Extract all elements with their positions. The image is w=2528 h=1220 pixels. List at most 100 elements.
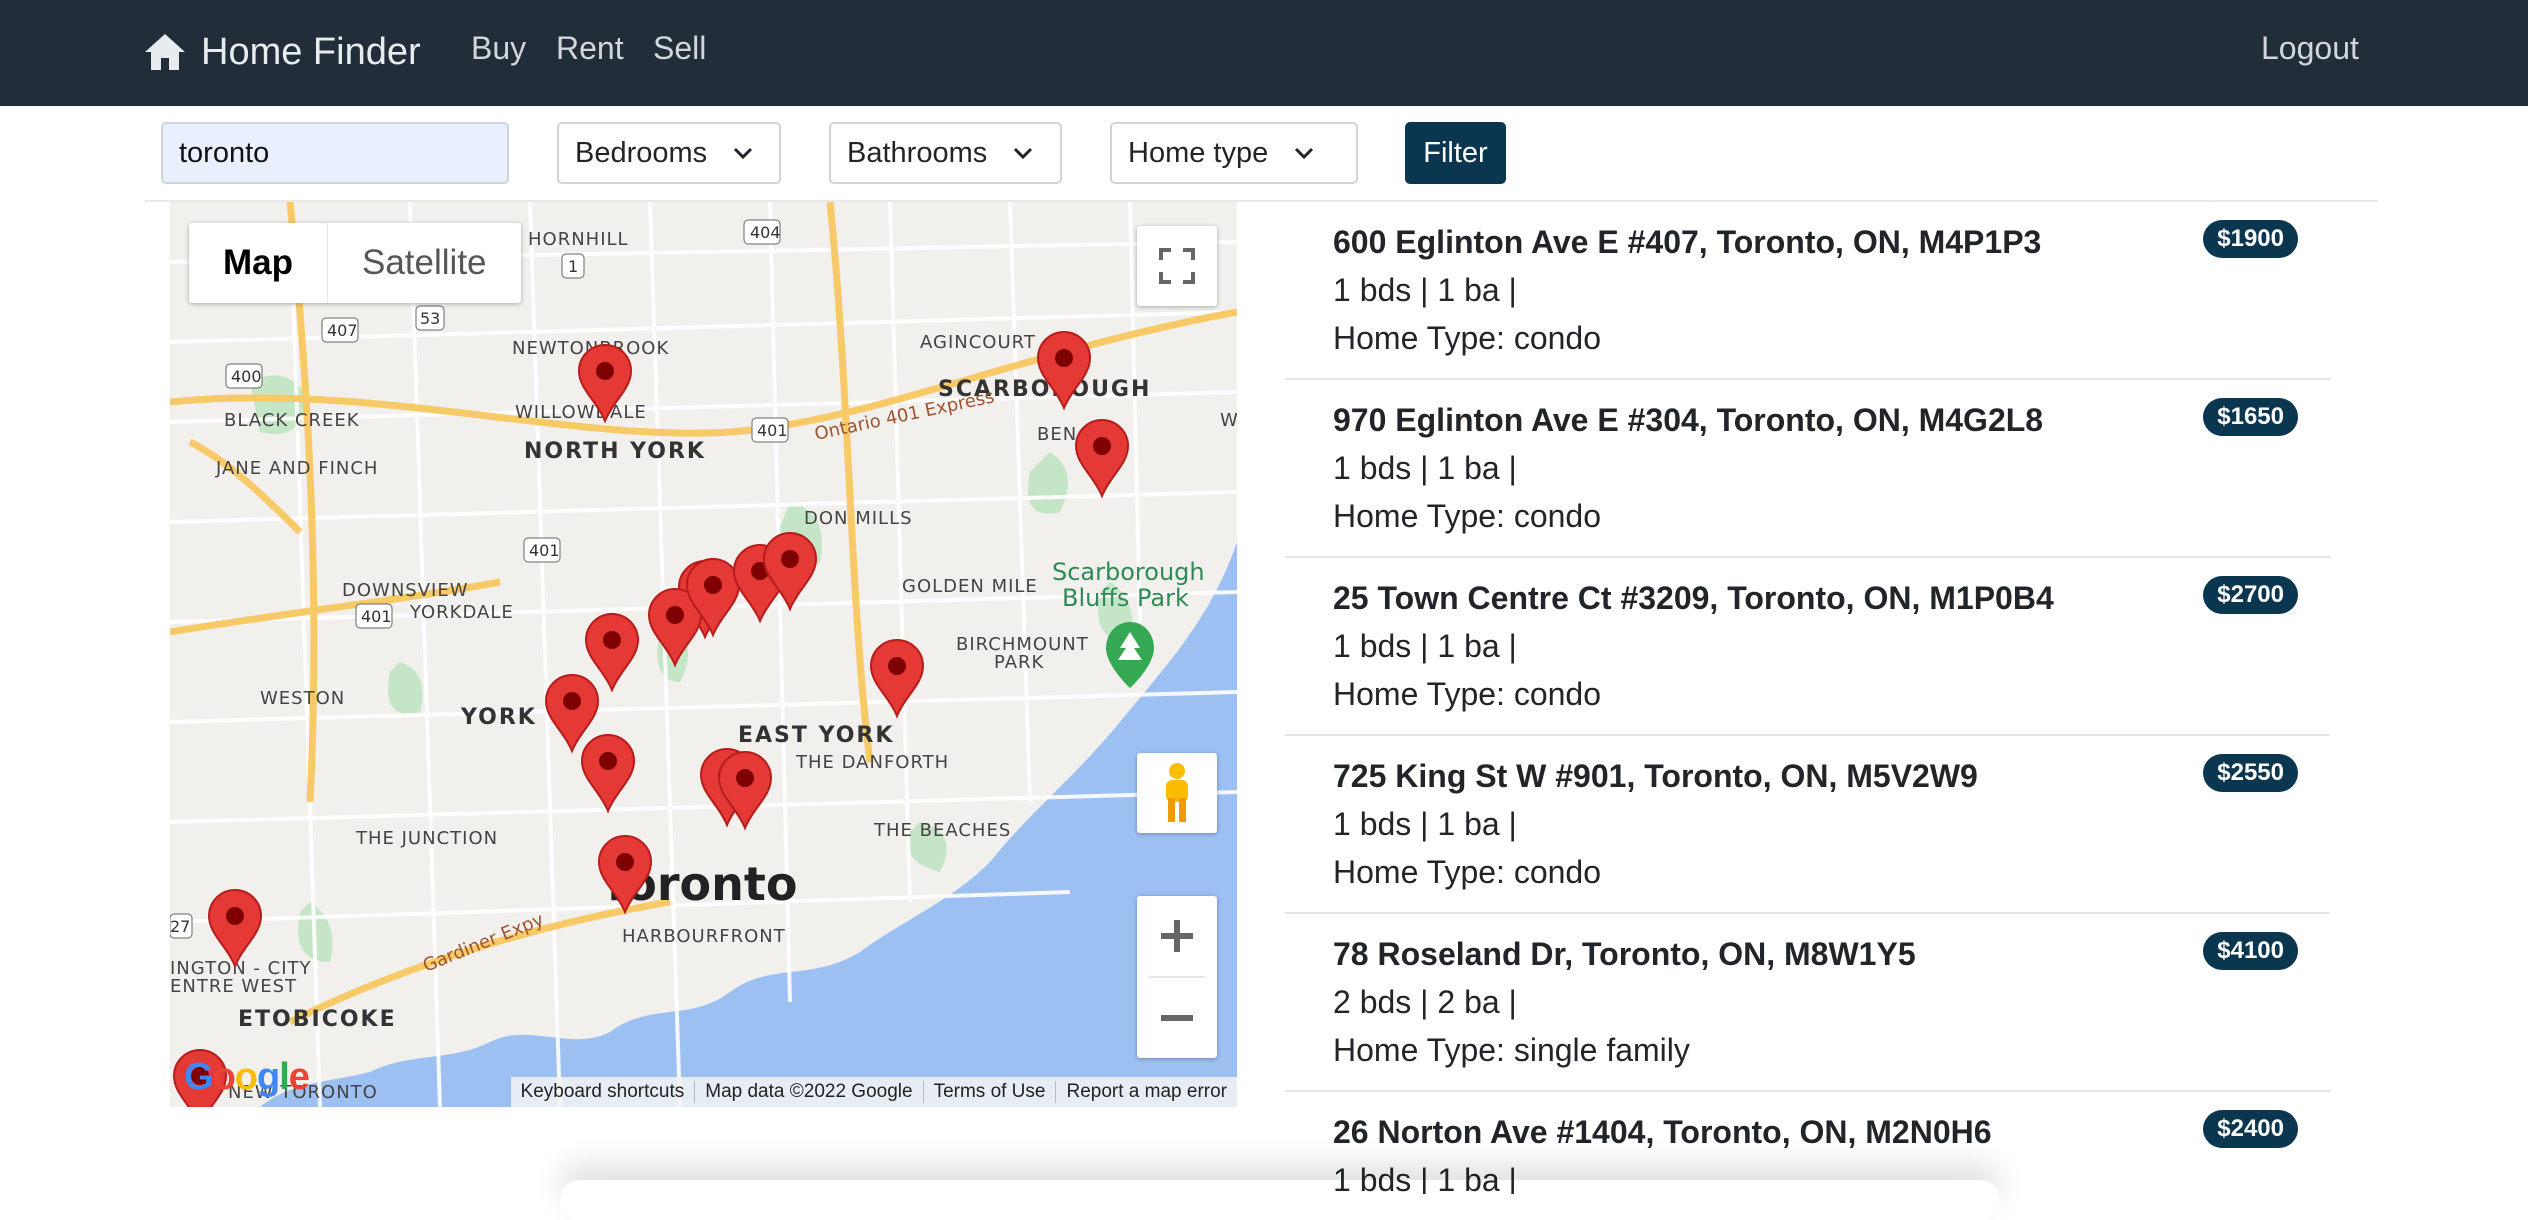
zoom-control [1137,896,1217,1058]
listing-beds-baths: 1 bds | 1 ba | [1333,272,1517,308]
map-label: PARK [994,652,1045,673]
map-label: YORK [460,705,537,730]
listing-home-type: Home Type: condo [1333,498,1602,534]
google-logo: Google [184,1056,310,1098]
fullscreen-icon [1159,248,1195,284]
map-type-control: Map Satellite [189,223,521,303]
nav-sell-link[interactable]: Sell [653,30,706,67]
home-icon [145,34,185,70]
listing-beds-baths: 1 bds | 1 ba | [1333,628,1517,664]
listing-address[interactable]: 25 Town Centre Ct #3209, Toronto, ON, M1… [1333,580,2054,617]
nav-buy-link[interactable]: Buy [471,30,526,67]
shield-401: 401 [529,541,560,560]
listing-address[interactable]: 725 King St W #901, Toronto, ON, M5V2W9 [1333,758,1978,795]
home-type-dropdown[interactable]: Home type [1110,122,1358,184]
listing-home-type: Home Type: condo [1333,854,1602,890]
map-label: Scarborough [1052,558,1205,586]
map-label: BLACK CREEK [224,410,360,431]
map-label: AGINCOURT [920,332,1036,353]
price-badge: $4100 [2203,932,2298,970]
map-label: WILLOWDALE [515,402,647,423]
listing-address[interactable]: 78 Roseland Dr, Toronto, ON, M8W1Y5 [1333,936,1916,973]
map-type-satellite-button[interactable]: Satellite [328,223,521,303]
shield-401: 401 [757,421,788,440]
listing-address[interactable]: 970 Eglinton Ave E #304, Toronto, ON, M4… [1333,402,2043,439]
filter-button[interactable]: Filter [1405,122,1506,184]
terms-of-use-link[interactable]: Terms of Use [922,1081,1056,1103]
shield-400: 400 [231,367,262,386]
bottom-shadow [560,1180,2000,1220]
listing-home-type: Home Type: condo [1333,320,1602,356]
map-label: THE BEACHES [873,820,1011,841]
listing-item[interactable]: 725 King St W #901, Toronto, ON, M5V2W9 … [1285,736,2330,914]
listing-home-type: Home Type: condo [1333,676,1602,712]
listing-item[interactable]: 78 Roseland Dr, Toronto, ON, M8W1Y5 2 bd… [1285,914,2330,1092]
bedrooms-label: Bedrooms [575,136,708,169]
price-badge: $2550 [2203,754,2298,792]
listing-beds-baths: 1 bds | 1 ba | [1333,806,1517,842]
listing-address[interactable]: 26 Norton Ave #1404, Toronto, ON, M2N0H6 [1333,1114,1992,1151]
report-map-error-link[interactable]: Report a map error [1055,1081,1237,1103]
map-view[interactable]: 404 407 53 400 401 401 401 1 27 HORNHILL… [170,202,1237,1107]
map-footer: Keyboard shortcuts Map data ©2022 Google… [510,1077,1237,1107]
shield-404: 404 [750,223,781,242]
price-badge: $1650 [2203,398,2298,436]
filter-bar: Bedrooms Bathrooms Home type Filter [0,106,2528,202]
street-view-pegman-button[interactable] [1137,753,1217,833]
listing-item[interactable]: 970 Eglinton Ave E #304, Toronto, ON, M4… [1285,380,2330,558]
chevron-down-icon [1295,147,1314,160]
navbar: Home Finder Buy Rent Sell Logout [0,0,2528,106]
price-badge: $2400 [2203,1110,2298,1148]
listing-item[interactable]: 26 Norton Ave #1404, Toronto, ON, M2N0H6… [1285,1092,2330,1194]
map-label: DOWNSVIEW [342,580,469,601]
bedrooms-dropdown[interactable]: Bedrooms [557,122,781,184]
map-data-attribution: Map data ©2022 Google [694,1081,922,1103]
listing-address[interactable]: 600 Eglinton Ave E #407, Toronto, ON, M4… [1333,224,2041,261]
chevron-down-icon [734,147,753,160]
search-input[interactable] [161,122,509,184]
listings-panel: 600 Eglinton Ave E #407, Toronto, ON, M4… [1285,202,2330,1194]
brand-text: Home Finder [201,30,421,73]
map-label: HORNHILL [528,229,629,250]
map-label: JANE AND FINCH [215,458,378,479]
fullscreen-button[interactable] [1137,226,1217,306]
shield-401: 401 [361,607,392,626]
brand-link[interactable]: Home Finder [143,24,421,80]
map-label: ENTRE WEST [170,976,297,997]
map-label: NORTH YORK [524,439,706,464]
map-label: GOLDEN MILE [902,576,1038,597]
home-type-label: Home type [1128,136,1269,169]
plus-icon [1161,920,1193,952]
map-label: THE DANFORTH [795,752,949,773]
shield-27: 27 [170,917,190,936]
keyboard-shortcuts-link[interactable]: Keyboard shortcuts [511,1081,695,1103]
map-label: HARBOURFRONT [622,926,786,947]
listing-item[interactable]: 600 Eglinton Ave E #407, Toronto, ON, M4… [1285,202,2330,380]
map-label: W [1220,410,1237,431]
map-label: ETOBICOKE [238,1007,397,1032]
map-label: EAST YORK [738,723,894,748]
shield-53: 53 [420,309,440,328]
nav-rent-link[interactable]: Rent [556,30,624,67]
map-label: Bluffs Park [1062,584,1189,612]
shield-1: 1 [568,257,578,276]
pegman-icon [1166,763,1188,822]
price-badge: $1900 [2203,220,2298,258]
chevron-down-icon [1014,147,1033,160]
map-label: BEN [1037,424,1077,445]
map-label: THE JUNCTION [355,828,498,849]
bathrooms-label: Bathrooms [847,136,988,169]
map-label: YORKDALE [409,602,514,623]
map-label: DON MILLS [804,508,913,529]
zoom-out-button[interactable] [1137,978,1217,1058]
bathrooms-dropdown[interactable]: Bathrooms [829,122,1062,184]
listing-beds-baths: 2 bds | 2 ba | [1333,984,1517,1020]
listing-beds-baths: 1 bds | 1 ba | [1333,450,1517,486]
listing-home-type: Home Type: single family [1333,1032,1690,1068]
listing-item[interactable]: 25 Town Centre Ct #3209, Toronto, ON, M1… [1285,558,2330,736]
zoom-in-button[interactable] [1137,896,1217,976]
map-canvas[interactable]: 404 407 53 400 401 401 401 1 27 HORNHILL… [170,202,1237,1107]
logout-link[interactable]: Logout [2261,30,2359,67]
map-type-map-button[interactable]: Map [189,223,328,303]
shield-407: 407 [327,321,358,340]
